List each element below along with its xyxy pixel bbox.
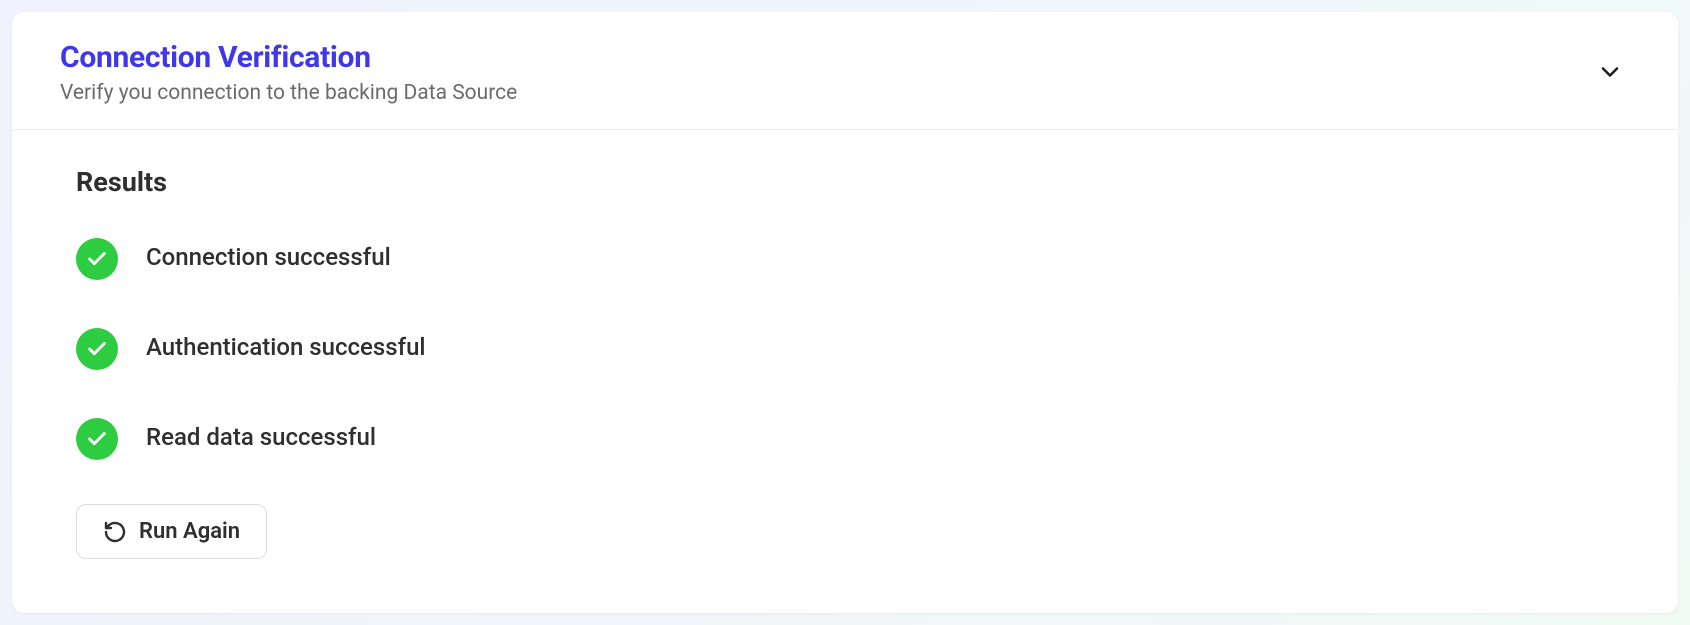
card-title: Connection Verification bbox=[60, 40, 517, 75]
chevron-down-icon bbox=[1596, 58, 1624, 86]
header-text-group: Connection Verification Verify you conne… bbox=[60, 40, 517, 105]
refresh-icon bbox=[103, 520, 127, 544]
verification-card: Connection Verification Verify you conne… bbox=[12, 12, 1678, 613]
check-circle-icon bbox=[76, 328, 118, 370]
result-item: Connection successful bbox=[76, 234, 1614, 280]
card-subtitle: Verify you connection to the backing Dat… bbox=[60, 81, 517, 105]
run-again-label: Run Again bbox=[139, 519, 240, 544]
collapse-toggle[interactable] bbox=[1596, 58, 1624, 90]
card-header: Connection Verification Verify you conne… bbox=[12, 12, 1678, 130]
card-body: Results Connection successful Authentica… bbox=[12, 130, 1678, 591]
result-label: Authentication successful bbox=[146, 333, 426, 361]
result-list: Connection successful Authentication suc… bbox=[76, 234, 1614, 460]
result-label: Read data successful bbox=[146, 423, 376, 451]
results-heading: Results bbox=[76, 166, 1614, 198]
check-circle-icon bbox=[76, 238, 118, 280]
result-label: Connection successful bbox=[146, 243, 391, 271]
check-circle-icon bbox=[76, 418, 118, 460]
result-item: Authentication successful bbox=[76, 324, 1614, 370]
result-item: Read data successful bbox=[76, 414, 1614, 460]
run-again-button[interactable]: Run Again bbox=[76, 504, 267, 559]
